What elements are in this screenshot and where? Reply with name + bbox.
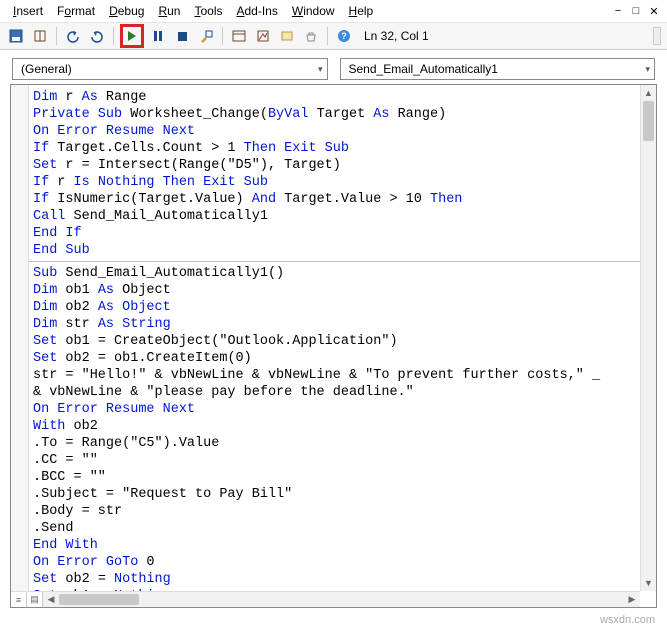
code-margin — [11, 85, 29, 591]
close-button[interactable]: ✕ — [647, 4, 661, 18]
toolbar-separator — [113, 27, 114, 45]
full-module-view-icon[interactable]: ▤ — [27, 592, 43, 607]
stop-icon — [178, 32, 187, 41]
window-controls: − □ ✕ — [611, 4, 661, 18]
menu-help[interactable]: HelpHelp — [342, 2, 381, 20]
combo-row: (General) ▾ Send_Email_Automatically1 ▾ — [0, 50, 667, 86]
minimize-button[interactable]: − — [611, 4, 625, 18]
watermark: wsxdn.com — [600, 614, 655, 626]
toolbar-separator — [327, 27, 328, 45]
scrollbar-thumb[interactable] — [643, 101, 654, 141]
project-explorer-icon[interactable] — [229, 26, 249, 46]
menu-window[interactable]: WindowWindow — [285, 2, 342, 20]
cursor-position: Ln 32, Col 1 — [364, 29, 429, 43]
chevron-down-icon: ▾ — [318, 64, 323, 75]
menu-bar: IInsertnsert FormatFormat DebugDebug Run… — [0, 0, 667, 22]
procedure-separator — [29, 261, 640, 262]
undo-icon[interactable] — [63, 26, 83, 46]
menu-tools[interactable]: ToolsTools — [187, 2, 229, 20]
redo-icon[interactable] — [87, 26, 107, 46]
code-block[interactable]: Dim r As Range Private Sub Worksheet_Cha… — [33, 89, 462, 259]
toolbox-icon[interactable] — [301, 26, 321, 46]
play-icon — [128, 31, 136, 41]
svg-text:?: ? — [341, 31, 347, 41]
view-mode-buttons: ≡ ▤ — [11, 591, 43, 607]
toolbar-overflow[interactable] — [653, 27, 661, 45]
chevron-down-icon: ▾ — [645, 64, 650, 75]
scroll-right-icon[interactable]: ▶ — [624, 592, 640, 607]
procedure-combo[interactable]: Send_Email_Automatically1 ▾ — [340, 58, 656, 80]
scroll-down-icon[interactable]: ▼ — [641, 575, 656, 591]
procedure-combo-text: Send_Email_Automatically1 — [349, 62, 498, 76]
object-combo[interactable]: (General) ▾ — [12, 58, 328, 80]
properties-icon[interactable] — [253, 26, 273, 46]
help-icon[interactable]: ? — [334, 26, 354, 46]
object-browser-icon[interactable] — [277, 26, 297, 46]
scrollbar-thumb[interactable] — [59, 594, 139, 605]
restore-button[interactable]: □ — [629, 4, 643, 18]
horizontal-scrollbar[interactable]: ◀ ▶ — [43, 591, 640, 607]
vertical-scrollbar[interactable]: ▲ ▼ — [640, 85, 656, 591]
pause-button[interactable] — [148, 26, 168, 46]
toolbar-separator — [222, 27, 223, 45]
object-combo-text: (General) — [21, 62, 72, 76]
toolbar-separator — [56, 27, 57, 45]
procedure-view-icon[interactable]: ≡ — [11, 592, 27, 607]
code-pane: Dim r As Range Private Sub Worksheet_Cha… — [10, 84, 657, 608]
stop-button[interactable] — [172, 26, 192, 46]
run-button[interactable] — [120, 24, 144, 48]
code-viewport[interactable]: Dim r As Range Private Sub Worksheet_Cha… — [11, 85, 640, 591]
scroll-up-icon[interactable]: ▲ — [641, 85, 656, 101]
menu-format[interactable]: FormatFormat — [50, 2, 102, 20]
menu-run[interactable]: RunRun — [151, 2, 187, 20]
code-block[interactable]: Sub Send_Email_Automatically1() Dim ob1 … — [33, 265, 600, 591]
toolbar: ? Ln 32, Col 1 — [0, 22, 667, 50]
menu-debug[interactable]: DebugDebug — [102, 2, 151, 20]
scroll-left-icon[interactable]: ◀ — [43, 592, 59, 607]
menu-addins[interactable]: Add-InsAdd-Ins — [229, 2, 284, 20]
menu-insert[interactable]: IInsertnsert — [6, 2, 50, 20]
export-icon[interactable] — [30, 26, 50, 46]
save-icon[interactable] — [6, 26, 26, 46]
design-mode-icon[interactable] — [196, 26, 216, 46]
